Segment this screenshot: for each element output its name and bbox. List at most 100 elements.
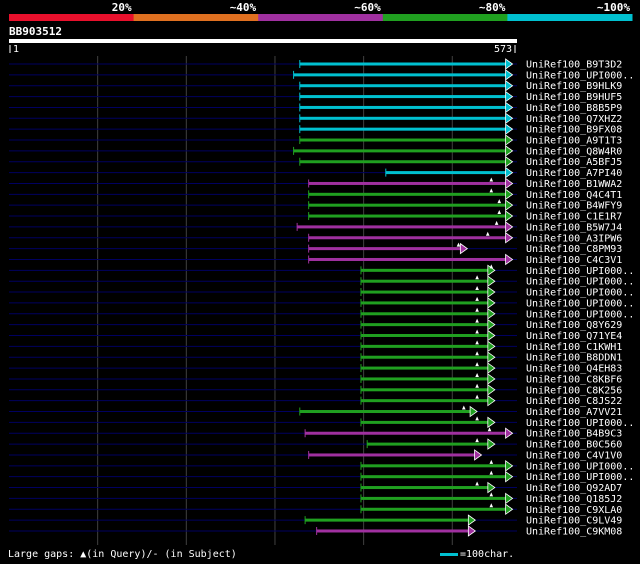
hit-bar: [308, 214, 507, 218]
hit-bar: [360, 496, 507, 500]
hit-bar: [360, 279, 489, 283]
hit-label: UniRef100_UPI000..: [526, 288, 634, 299]
hit-label: UniRef100_Q71YE4: [526, 331, 622, 342]
hit-label: UniRef100_B9T3D2: [526, 60, 622, 71]
hit-arrow: [505, 427, 514, 440]
hit-bar: [308, 247, 462, 251]
hit-bar: [360, 388, 489, 392]
hit-bar: [299, 84, 507, 88]
hit-row: UniRef100_A3IPW6: [9, 231, 622, 244]
hit-arrow: [467, 514, 477, 526]
hit-label: UniRef100_UPI000..: [526, 418, 634, 429]
hit-row: UniRef100_A7VV21: [9, 405, 622, 418]
identity-segment-1: [9, 14, 135, 21]
hit-bar: [299, 62, 507, 66]
gap-marker: [475, 394, 479, 399]
gap-marker: [475, 307, 479, 312]
hit-bar: [360, 399, 489, 403]
hit-arrow: [487, 438, 496, 450]
hit-arrow: [505, 145, 514, 157]
hit-row: UniRef100_B8DDN1: [9, 351, 622, 364]
hit-row: UniRef100_C9LV49: [9, 514, 622, 527]
hit-row: UniRef100_UPI000..: [9, 286, 634, 299]
hit-arrow: [487, 373, 496, 385]
identity-scale-labels: 20% ~40% ~60% ~80% ~100%: [112, 1, 631, 14]
hit-bar: [299, 116, 507, 120]
hit-arrow: [505, 253, 514, 266]
hit-arrow: [505, 123, 514, 135]
hit-row: UniRef100_C4V1V0: [9, 449, 622, 461]
gap-legend: Large gaps: ▲(in Query)/- (in Subject): [8, 549, 237, 560]
hit-bar: [360, 344, 489, 348]
hit-bar: [360, 268, 489, 272]
hit-row: UniRef100_B0C560: [9, 438, 622, 451]
gap-marker: [475, 318, 479, 323]
hit-bar: [308, 236, 507, 240]
hit-arrow: [469, 405, 478, 418]
hit-bar: [360, 486, 489, 490]
hit-arrow: [505, 503, 514, 516]
hit-bar: [305, 518, 470, 522]
gap-marker: [456, 242, 461, 247]
hit-row: UniRef100_A9T1T3: [9, 134, 622, 147]
hit-row: UniRef100_Q71YE4: [9, 329, 622, 342]
gap-marker: [475, 275, 479, 280]
identity-label-2: ~40%: [230, 1, 257, 14]
hit-arrow: [487, 297, 496, 309]
hit-label: UniRef100_B4B9C3: [526, 429, 622, 440]
gap-marker: [475, 383, 479, 388]
hit-row: UniRef100_B4WFY9: [9, 199, 622, 212]
hit-label: UniRef100_UPI000..: [526, 309, 634, 320]
hit-arrow: [505, 58, 514, 70]
hit-arrow: [487, 481, 496, 494]
hit-label: UniRef100_C8JS22: [526, 396, 622, 407]
identity-segment-3: [258, 14, 384, 21]
hit-arrow: [459, 242, 469, 255]
gap-marker: [489, 177, 494, 182]
hit-row: UniRef100_B9HUF5: [9, 90, 622, 103]
hit-label: UniRef100_UPI000..: [526, 266, 634, 277]
hit-arrow: [505, 221, 514, 233]
hit-bar: [308, 257, 507, 261]
hit-row: UniRef100_Q4EH83: [9, 362, 622, 375]
query-id: BB903512: [9, 25, 62, 38]
hit-label: UniRef100_B9FX08: [526, 125, 622, 136]
identity-segment-4: [382, 14, 508, 21]
query-end-label: 573: [494, 44, 512, 55]
hit-bar: [293, 149, 507, 153]
hit-arrow: [505, 199, 514, 211]
gap-marker: [475, 351, 479, 356]
hit-row: UniRef100_UPI000..: [9, 416, 634, 429]
hit-label: UniRef100_UPI000..: [526, 277, 634, 288]
hit-arrow: [487, 286, 496, 298]
gap-marker: [475, 329, 479, 334]
hit-bar: [367, 442, 489, 446]
hit-row: UniRef100_Q8Y629: [9, 318, 622, 331]
hit-label: UniRef100_C8K256: [526, 385, 622, 396]
hit-label: UniRef100_Q185J2: [526, 494, 622, 505]
hit-label: UniRef100_C4C3V1: [526, 255, 622, 266]
hit-arrow: [505, 177, 514, 190]
hit-arrow: [505, 90, 514, 103]
hit-row: UniRef100_C8K256: [9, 383, 622, 396]
hit-label: UniRef100_B8B5P9: [526, 103, 622, 114]
hit-row: UniRef100_C1KWH1: [9, 340, 622, 353]
hit-row: UniRef100_C1E1R7: [9, 210, 622, 223]
gap-marker: [489, 188, 494, 193]
gap-marker: [489, 503, 494, 508]
gap-marker: [487, 427, 492, 432]
hit-row: UniRef100_B4B9C3: [9, 427, 622, 440]
hit-bar: [360, 334, 489, 337]
scale-legend-text: =100char.: [460, 549, 515, 560]
hit-row: UniRef100_C8KBF6: [9, 372, 622, 385]
hit-bar: [316, 529, 470, 533]
hit-bar: [360, 420, 489, 424]
hit-arrow: [505, 231, 514, 244]
hit-row: UniRef100_UPI000..: [9, 275, 634, 288]
hit-label: UniRef100_UPI000..: [526, 298, 634, 309]
hit-arrow: [505, 210, 514, 222]
hit-label: UniRef100_C1KWH1: [526, 342, 622, 353]
hit-bar: [299, 95, 507, 99]
hit-label: UniRef100_UPI000..: [526, 70, 634, 81]
hit-label: UniRef100_A7PI40: [526, 168, 622, 179]
